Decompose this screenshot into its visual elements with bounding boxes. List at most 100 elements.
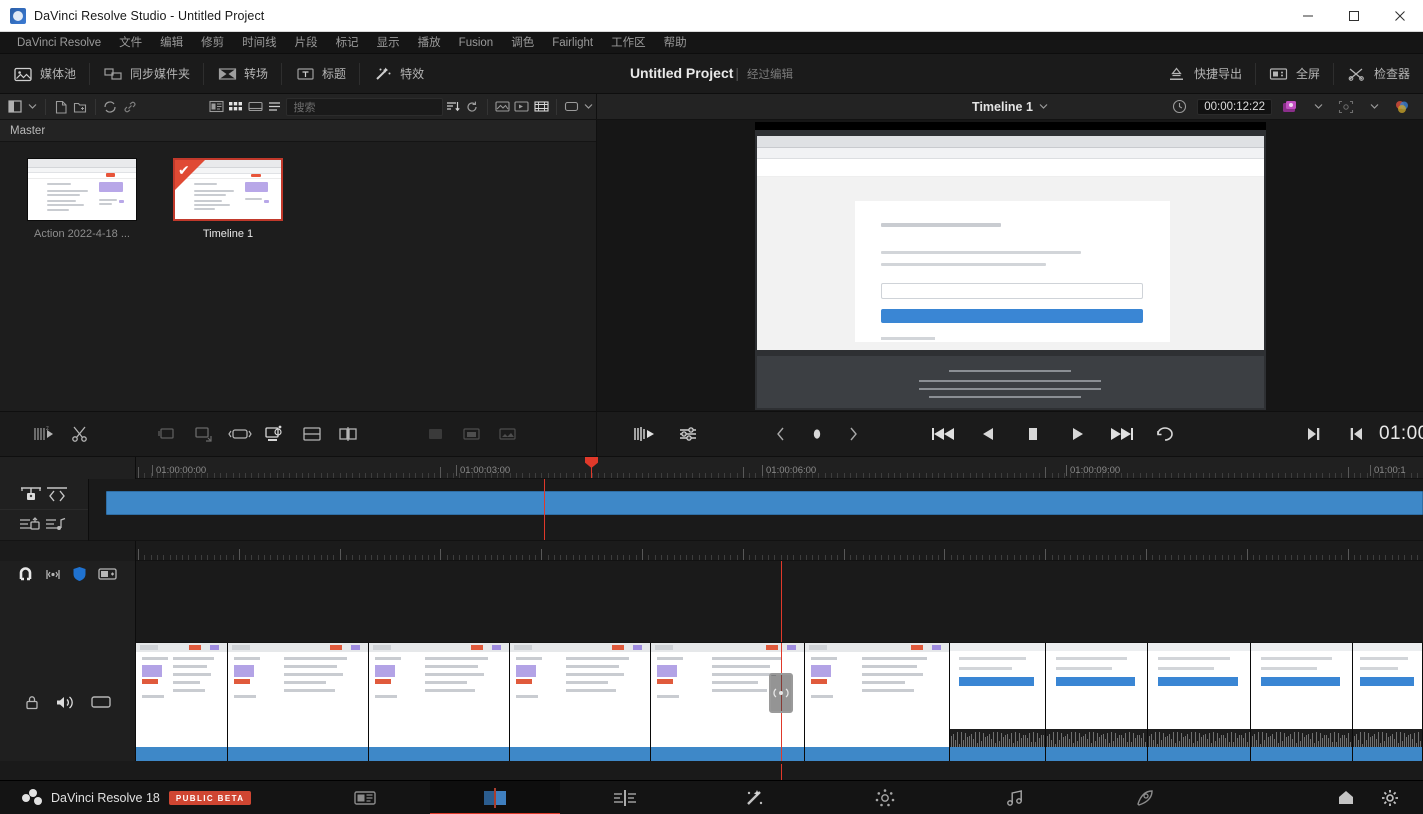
home-icon[interactable] <box>1337 789 1355 806</box>
timeline-clip[interactable] <box>369 643 510 761</box>
maximize-button[interactable] <box>1331 0 1377 32</box>
next-marker-icon[interactable] <box>835 416 871 452</box>
chevron-down-icon[interactable] <box>25 96 40 118</box>
timeline-clip[interactable] <box>805 643 950 761</box>
menu-item-davinci-resolve[interactable]: DaVinci Resolve <box>8 32 110 54</box>
new-bin-icon[interactable] <box>51 96 70 118</box>
magnet-snapping-icon[interactable] <box>17 567 34 582</box>
metadata-view-icon[interactable] <box>207 96 226 118</box>
timeline-ruler-lane[interactable]: 01:00:00:00 01:00:03:00 01:00:06:00 01:0… <box>136 457 1423 479</box>
jump-start-icon[interactable] <box>923 416 967 452</box>
timeline-clip[interactable] <box>228 643 369 761</box>
fusion-page-button[interactable] <box>690 781 820 814</box>
timeline-playhead-main[interactable] <box>781 561 782 587</box>
link-icon[interactable] <box>120 96 139 118</box>
sort-icon[interactable] <box>443 96 462 118</box>
flag-icon[interactable] <box>44 567 62 582</box>
menu-item-mark[interactable]: 标记 <box>327 32 368 54</box>
deliver-page-button[interactable] <box>1080 781 1210 814</box>
cut-page-button[interactable] <box>430 781 560 814</box>
sync-bin-button[interactable]: 同步媒件夹 <box>90 54 203 94</box>
menu-item-help[interactable]: 帮助 <box>655 32 696 54</box>
media-pool-item-timeline1[interactable]: ✔ Timeline 1 <box>166 158 290 240</box>
menu-item-edit[interactable]: 编辑 <box>151 32 192 54</box>
sync-clip-icon[interactable] <box>490 416 526 452</box>
speaker-icon[interactable] <box>55 694 75 711</box>
fairlight-page-button[interactable] <box>950 781 1080 814</box>
timeline-thumbnail[interactable]: ✔ <box>173 158 283 221</box>
split-clip-icon[interactable] <box>62 416 98 452</box>
timeline-clip[interactable] <box>1251 643 1352 761</box>
menu-item-playback[interactable]: 播放 <box>409 32 450 54</box>
loop-icon[interactable] <box>1143 416 1187 452</box>
audio-out-icon[interactable] <box>18 515 44 535</box>
titles-button[interactable]: 标题 <box>282 54 359 94</box>
playhead-scrub-handle[interactable] <box>769 673 793 713</box>
viewer-duration-timecode[interactable]: 00:00:12:22 <box>1197 99 1272 115</box>
bin-list-icon[interactable] <box>6 96 25 118</box>
timeline-clip[interactable] <box>950 643 1047 761</box>
clip-thumbnail[interactable] <box>27 158 137 221</box>
media-pool-button[interactable]: 媒体池 <box>0 54 89 94</box>
timeline-overview-track[interactable]: ! <box>89 479 1423 541</box>
fast-forward-icon[interactable] <box>1099 416 1143 452</box>
prev-marker-icon[interactable] <box>763 416 799 452</box>
quick-export-button[interactable]: 快捷导出 <box>1154 54 1255 94</box>
ripple-overwrite-icon[interactable] <box>186 416 222 452</box>
music-out-icon[interactable] <box>44 515 70 535</box>
split-screen-icon[interactable] <box>330 416 366 452</box>
timeline-scale-lane[interactable] <box>136 541 1423 561</box>
list-view-icon[interactable] <box>265 96 284 118</box>
timeline-secondary-ruler[interactable] <box>136 541 1423 561</box>
chevron-down-icon[interactable] <box>581 96 596 118</box>
media-page-button[interactable] <box>300 781 430 814</box>
audio-only-icon[interactable] <box>418 416 454 452</box>
timeline-view-icon[interactable] <box>532 96 551 118</box>
trim-edit-icon[interactable] <box>44 484 70 504</box>
menu-item-color[interactable]: 调色 <box>502 32 543 54</box>
thumbnail-view-icon[interactable] <box>226 96 245 118</box>
transitions-button[interactable]: 转场 <box>204 54 281 94</box>
minimize-button[interactable] <box>1285 0 1331 32</box>
source-tape-icon[interactable] <box>493 96 512 118</box>
stop-icon[interactable] <box>1011 416 1055 452</box>
current-timecode[interactable]: 01:00:04:19 <box>1379 423 1423 445</box>
out-point-icon[interactable] <box>1291 416 1335 452</box>
settings-gear-icon[interactable] <box>1381 789 1399 807</box>
place-on-top-icon[interactable] <box>258 416 294 452</box>
timeline-playhead-overview[interactable] <box>544 479 545 540</box>
sync-icon[interactable] <box>101 96 120 118</box>
marker-icon[interactable] <box>799 416 835 452</box>
viewer-canvas[interactable] <box>755 122 1266 410</box>
close-up-icon[interactable] <box>222 416 258 452</box>
timeline-clip[interactable] <box>510 643 651 761</box>
menu-item-file[interactable]: 文件 <box>110 32 151 54</box>
safe-area-icon[interactable] <box>1333 96 1359 118</box>
source-view-icon[interactable] <box>512 96 531 118</box>
chevron-down-icon[interactable] <box>1308 96 1328 118</box>
in-point-icon[interactable] <box>1335 416 1379 452</box>
fullscreen-button[interactable]: 全屏 <box>1256 54 1333 94</box>
reverse-play-icon[interactable] <box>967 416 1011 452</box>
refresh-icon[interactable] <box>463 96 482 118</box>
timeline-clip[interactable] <box>136 643 228 761</box>
chevron-down-icon[interactable] <box>1364 96 1384 118</box>
clock-icon[interactable] <box>1166 96 1192 118</box>
inspector-button[interactable]: 检查器 <box>1334 54 1423 94</box>
close-button[interactable] <box>1377 0 1423 32</box>
edit-page-button[interactable] <box>560 781 690 814</box>
menu-item-timeline[interactable]: 时间线 <box>233 32 286 54</box>
play-icon[interactable] <box>1055 416 1099 452</box>
timeline-video-track[interactable]: ! <box>136 643 1423 761</box>
timeline-overview-lane[interactable]: ! <box>89 479 1423 541</box>
effects-button[interactable]: 特效 <box>360 54 437 94</box>
menu-item-view[interactable]: 显示 <box>368 32 409 54</box>
source-overwrite-icon[interactable] <box>294 416 330 452</box>
viewer-panel[interactable] <box>597 120 1423 411</box>
menu-item-workspace[interactable]: 工作区 <box>602 32 655 54</box>
menu-item-clip[interactable]: 片段 <box>286 32 327 54</box>
search-input[interactable]: 搜索 <box>286 98 443 116</box>
timeline-clip[interactable] <box>1148 643 1252 761</box>
color-wheel-icon[interactable] <box>1389 96 1415 118</box>
mixer-icon[interactable] <box>667 416 711 452</box>
